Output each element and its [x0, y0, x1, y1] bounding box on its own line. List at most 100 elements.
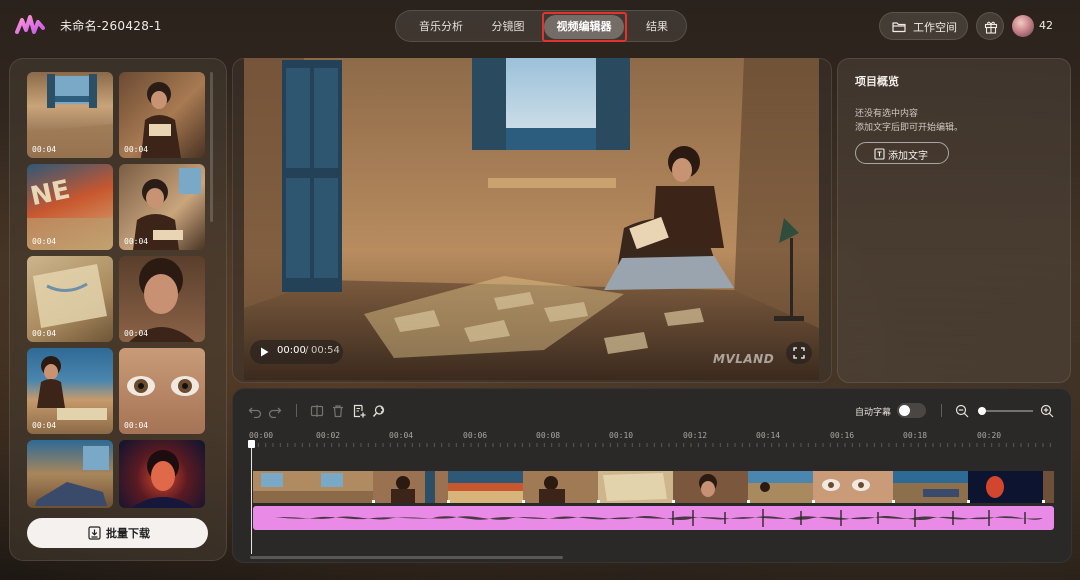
watermark: MVLAND	[713, 352, 774, 366]
zoom-slider[interactable]	[983, 410, 1033, 412]
clip-list-scrollbar[interactable]	[210, 72, 213, 222]
video-track[interactable]	[253, 471, 1054, 503]
project-title[interactable]: 未命名-260428-1	[60, 17, 162, 34]
clip-duration: 00:04	[32, 421, 57, 430]
current-time: 00:00	[277, 345, 306, 356]
clip-duration: 00:04	[124, 421, 149, 430]
play-icon[interactable]	[260, 347, 269, 357]
clip-duration: 00:04	[32, 145, 57, 154]
clip-segment	[448, 471, 523, 503]
project-overview-title: 项目概览	[855, 75, 899, 88]
add-clip-icon[interactable]	[352, 404, 366, 418]
add-text-label: 添加文字	[888, 151, 928, 162]
tab-video-editor[interactable]: 视频编辑器	[544, 15, 624, 39]
tab-music-analysis[interactable]: 音乐分析	[406, 15, 476, 39]
clip-segment	[813, 471, 893, 503]
clip-thumbnail[interactable]: 00:04	[119, 72, 205, 158]
gift-icon	[984, 21, 998, 34]
batch-download-button[interactable]: 批量下载	[27, 518, 208, 548]
clip-segment	[598, 471, 673, 503]
toggle-knob	[899, 405, 910, 416]
auto-subtitle-label: 自动字幕	[855, 408, 892, 418]
tab-storyboard[interactable]: 分镜图	[478, 15, 538, 39]
playhead-handle[interactable]	[248, 440, 255, 448]
clip-segment	[523, 471, 598, 503]
audio-waveform	[273, 509, 1043, 527]
zoom-out-icon[interactable]	[955, 404, 969, 418]
ruler-label: 00:14	[756, 431, 781, 440]
tab-result[interactable]: 结果	[628, 15, 686, 39]
split-icon[interactable]	[310, 404, 324, 418]
clip-thumbnail[interactable]: 00:04	[119, 348, 205, 434]
replace-icon[interactable]	[372, 404, 386, 418]
waveform-logo-icon[interactable]	[14, 12, 46, 40]
clip-thumbnail[interactable]	[119, 440, 205, 508]
playhead[interactable]	[251, 442, 252, 554]
clip-segment	[968, 471, 1043, 503]
top-bar: 未命名-260428-1 音乐分析 分镜图 视频编辑器 结果 工作空间 42	[0, 0, 1080, 52]
workspace-label: 工作空间	[913, 21, 957, 34]
add-text-icon	[874, 148, 885, 160]
ruler-label: 00:02	[316, 431, 341, 440]
zoom-in-icon[interactable]	[1040, 404, 1054, 418]
clip-image	[35, 446, 109, 506]
undo-icon[interactable]	[248, 404, 262, 418]
workspace-button[interactable]: 工作空间	[879, 12, 968, 40]
time-ruler[interactable]	[251, 443, 1054, 447]
clip-duration: 00:04	[124, 145, 149, 154]
toolbar-divider	[941, 404, 942, 417]
gift-button[interactable]	[976, 12, 1004, 40]
clip-duration: 00:04	[124, 329, 149, 338]
clip-thumbnail[interactable]	[27, 440, 113, 508]
ruler-label: 00:06	[463, 431, 488, 440]
watermark-text: MVLAND	[713, 352, 775, 366]
ruler-label: 00:16	[830, 431, 855, 440]
clip-duration: 00:04	[124, 237, 149, 246]
clip-thumbnail[interactable]: 00:04	[27, 256, 113, 342]
clip-segment	[373, 471, 448, 503]
ruler-label: 00:04	[389, 431, 414, 440]
folder-icon	[892, 22, 906, 33]
fullscreen-button[interactable]	[786, 342, 812, 364]
empty-state-hint: 添加文字后即可开始编辑。	[855, 123, 964, 133]
video-player[interactable]	[244, 58, 819, 380]
clip-segment	[673, 471, 748, 503]
ruler-label: 00:08	[536, 431, 561, 440]
clip-segment	[1043, 471, 1054, 503]
ruler-label: 00:00	[249, 431, 274, 440]
clip-duration: 00:04	[32, 237, 57, 246]
audio-track[interactable]	[253, 506, 1054, 530]
clip-segment	[893, 471, 968, 503]
main-tabs: 音乐分析 分镜图 视频编辑器 结果	[395, 10, 687, 42]
toolbar-divider	[296, 404, 297, 417]
batch-download-label: 批量下载	[106, 527, 150, 540]
avatar[interactable]	[1012, 15, 1034, 37]
redo-icon[interactable]	[268, 404, 282, 418]
clip-thumbnail[interactable]: 00:04	[27, 72, 113, 158]
clip-thumbnail[interactable]: NE 00:04	[27, 164, 113, 250]
time-separator: /	[305, 345, 309, 356]
clip-segment	[748, 471, 813, 503]
ruler-label: 00:18	[903, 431, 928, 440]
credits-count: 42	[1039, 19, 1053, 32]
add-text-button[interactable]: 添加文字	[855, 142, 949, 164]
ruler-label: 00:10	[609, 431, 634, 440]
download-icon	[88, 526, 101, 540]
timeline-scrollbar[interactable]	[250, 556, 563, 559]
fullscreen-icon	[793, 347, 805, 359]
ruler-label: 00:12	[683, 431, 708, 440]
svg-text:NE: NE	[28, 175, 73, 213]
clip-thumbnail[interactable]: 00:04	[119, 256, 205, 342]
clip-image	[131, 450, 195, 508]
empty-state-text: 还没有选中内容	[855, 109, 919, 119]
ruler-label: 00:20	[977, 431, 1002, 440]
video-frame	[244, 58, 819, 380]
total-time: 00:54	[311, 345, 340, 356]
clip-duration: 00:04	[32, 329, 57, 338]
clip-thumbnail[interactable]: 00:04	[119, 164, 205, 250]
clip-segment	[253, 471, 373, 503]
zoom-slider-handle[interactable]	[978, 407, 986, 415]
clip-thumbnail[interactable]: 00:04	[27, 348, 113, 434]
delete-icon[interactable]	[331, 404, 345, 418]
playback-control[interactable]: 00:00 / 00:54	[250, 340, 343, 364]
